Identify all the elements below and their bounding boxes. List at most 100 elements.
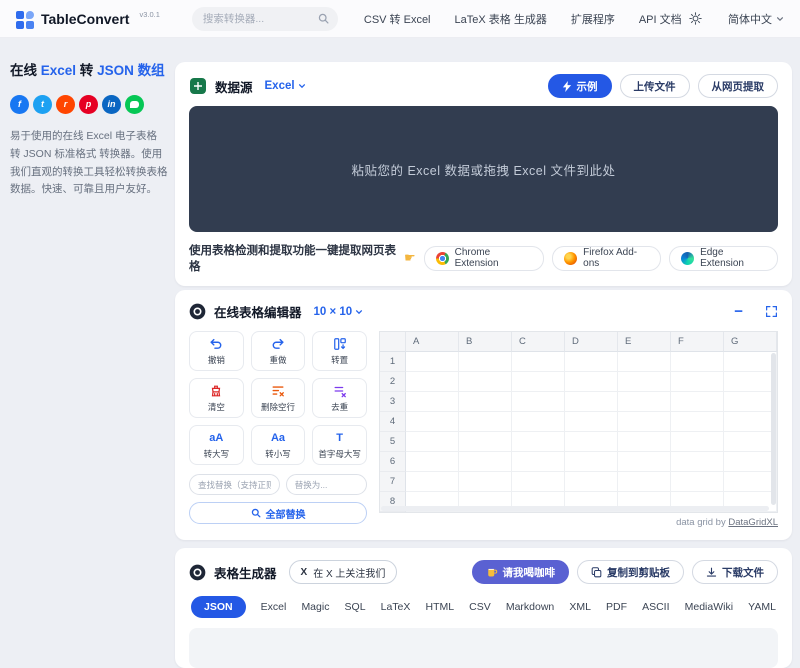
social-twitter-icon[interactable]: t: [33, 94, 52, 114]
social-line-icon[interactable]: [125, 94, 144, 114]
generator-output-area[interactable]: [189, 628, 778, 668]
grid-cell[interactable]: [406, 352, 459, 372]
tab-json[interactable]: JSON: [191, 596, 246, 618]
tab-mediawiki[interactable]: MediaWiki: [685, 601, 733, 613]
grid-cell[interactable]: [459, 392, 512, 412]
grid-cell[interactable]: [671, 412, 724, 432]
tool-capitalize-button[interactable]: T 首字母大写: [312, 425, 367, 465]
grid-column-header-b[interactable]: B: [459, 332, 512, 352]
grid-cell[interactable]: [671, 472, 724, 492]
find-input[interactable]: [189, 474, 280, 495]
grid-cell[interactable]: [512, 392, 565, 412]
social-pinterest-icon[interactable]: p: [79, 94, 98, 114]
grid-cell[interactable]: [459, 472, 512, 492]
grid-cell[interactable]: [512, 372, 565, 392]
paste-dropzone[interactable]: 粘贴您的 Excel 数据或拖拽 Excel 文件到此处: [189, 106, 778, 232]
tool-transpose-button[interactable]: 转置: [312, 331, 367, 371]
tool-delete-empty-rows-button[interactable]: 删除空行: [250, 378, 306, 418]
grid-cell[interactable]: [565, 352, 618, 372]
search-input[interactable]: [200, 11, 314, 26]
grid-horizontal-scrollbar[interactable]: [381, 506, 769, 511]
grid-column-header-a[interactable]: A: [406, 332, 459, 352]
logo[interactable]: TableConvert v3.0.1: [16, 9, 160, 29]
grid-cell[interactable]: [565, 372, 618, 392]
grid-cell[interactable]: [406, 412, 459, 432]
grid-cell[interactable]: [618, 472, 671, 492]
grid-cell[interactable]: [618, 452, 671, 472]
tool-deduplicate-button[interactable]: 去重: [312, 378, 367, 418]
grid-cell[interactable]: [406, 372, 459, 392]
tab-html[interactable]: HTML: [425, 601, 454, 613]
tab-pdf[interactable]: PDF: [606, 601, 627, 613]
tab-ascii[interactable]: ASCII: [642, 601, 669, 613]
grid-row-header-6[interactable]: 6: [380, 452, 406, 472]
grid-cell[interactable]: [406, 472, 459, 492]
grid-cell[interactable]: [459, 352, 512, 372]
grid-column-header-c[interactable]: C: [512, 332, 565, 352]
theme-toggle-sun-icon[interactable]: [689, 12, 702, 25]
grid-cell[interactable]: [459, 432, 512, 452]
grid-cell[interactable]: [565, 472, 618, 492]
fullscreen-expand-icon[interactable]: [765, 305, 778, 318]
upload-file-button[interactable]: 上传文件: [619, 74, 690, 98]
grid-size-selector[interactable]: 10 × 10: [314, 306, 364, 318]
grid-cell[interactable]: [512, 472, 565, 492]
grid-vertical-scrollbar[interactable]: [771, 353, 776, 505]
grid-cell[interactable]: [459, 452, 512, 472]
nav-item-0[interactable]: CSV 转 Excel: [364, 11, 431, 27]
grid-cell[interactable]: [618, 432, 671, 452]
grid-cell[interactable]: [406, 452, 459, 472]
grid-column-header-d[interactable]: D: [565, 332, 618, 352]
social-linkedin-icon[interactable]: in: [102, 94, 121, 114]
search-bar[interactable]: [191, 6, 338, 31]
grid-cell[interactable]: [565, 432, 618, 452]
tool-redo-button[interactable]: 重做: [250, 331, 306, 371]
extension-firefox-button[interactable]: Firefox Add-ons: [552, 245, 662, 271]
tab-sql[interactable]: SQL: [345, 601, 366, 613]
grid-cell[interactable]: [406, 432, 459, 452]
grid-cell[interactable]: [618, 372, 671, 392]
language-selector[interactable]: 简体中文: [728, 11, 784, 27]
grid-cell[interactable]: [724, 452, 777, 472]
grid-cell[interactable]: [724, 432, 777, 452]
grid-row-header-7[interactable]: 7: [380, 472, 406, 492]
extension-edge-button[interactable]: Edge Extension: [669, 245, 778, 271]
grid-cell[interactable]: [671, 372, 724, 392]
grid-cell[interactable]: [671, 432, 724, 452]
replace-all-button[interactable]: 全部替换: [189, 502, 367, 524]
tab-magic[interactable]: Magic: [301, 601, 329, 613]
social-reddit-icon[interactable]: r: [56, 94, 75, 114]
collapse-minus-icon[interactable]: −: [734, 304, 743, 319]
nav-item-1[interactable]: LaTeX 表格 生成器: [455, 11, 547, 27]
grid-cell[interactable]: [565, 412, 618, 432]
extract-from-web-button[interactable]: 从网页提取: [697, 74, 778, 98]
grid-row-header-2[interactable]: 2: [380, 372, 406, 392]
grid-cell[interactable]: [512, 352, 565, 372]
grid-cell[interactable]: [724, 472, 777, 492]
grid-cell[interactable]: [671, 452, 724, 472]
grid-cell[interactable]: [724, 412, 777, 432]
grid-row-header-1[interactable]: 1: [380, 352, 406, 372]
tool-uppercase-button[interactable]: aA 转大写: [189, 425, 244, 465]
tool-clear-button[interactable]: 清空: [189, 378, 244, 418]
tab-csv[interactable]: CSV: [469, 601, 491, 613]
grid-row-header-3[interactable]: 3: [380, 392, 406, 412]
format-selector[interactable]: Excel: [265, 80, 306, 92]
grid-cell[interactable]: [459, 412, 512, 432]
example-button[interactable]: 示例: [547, 74, 612, 98]
tab-excel[interactable]: Excel: [261, 601, 287, 613]
grid-cell[interactable]: [565, 452, 618, 472]
nav-item-3[interactable]: API 文档: [639, 11, 682, 27]
grid-cell[interactable]: [671, 392, 724, 412]
grid-column-header-e[interactable]: E: [618, 332, 671, 352]
grid-cell[interactable]: [618, 412, 671, 432]
grid-cell[interactable]: [618, 392, 671, 412]
buy-coffee-button[interactable]: 请我喝咖啡: [471, 560, 569, 584]
grid-cell[interactable]: [724, 352, 777, 372]
nav-item-2[interactable]: 扩展程序: [571, 11, 615, 27]
extension-chrome-button[interactable]: Chrome Extension: [423, 245, 545, 271]
tab-yaml[interactable]: YAML: [748, 601, 776, 613]
grid-row-header-4[interactable]: 4: [380, 412, 406, 432]
tab-xml[interactable]: XML: [569, 601, 591, 613]
grid-cell[interactable]: [618, 352, 671, 372]
